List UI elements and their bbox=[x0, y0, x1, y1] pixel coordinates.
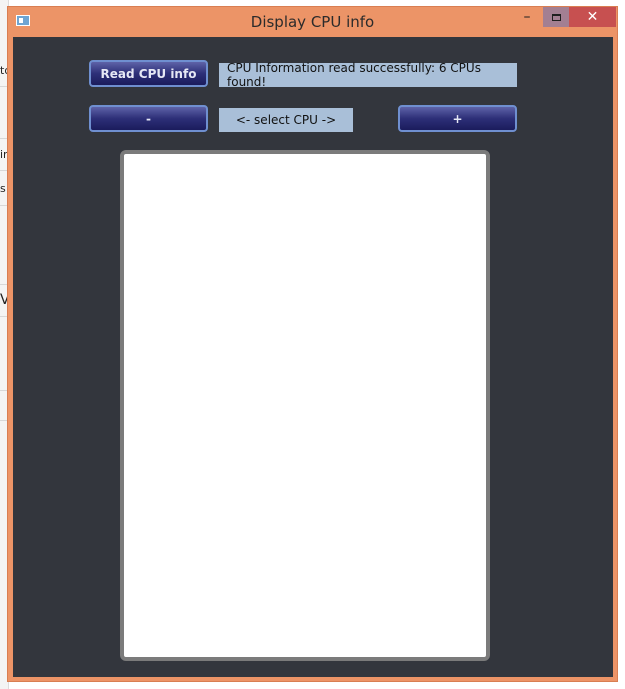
title-bar[interactable]: Display CPU info – ✕ bbox=[8, 7, 617, 37]
close-button[interactable]: ✕ bbox=[569, 7, 616, 27]
next-cpu-button[interactable]: + bbox=[398, 105, 517, 132]
main-window: Display CPU info – ✕ Read CPU info CPU I… bbox=[7, 6, 618, 682]
status-label: CPU Information read successfully: 6 CPU… bbox=[219, 61, 517, 89]
previous-cpu-button[interactable]: - bbox=[89, 105, 208, 132]
read-cpu-info-button[interactable]: Read CPU info bbox=[89, 60, 208, 87]
close-icon: ✕ bbox=[586, 9, 599, 25]
client-area: Read CPU info CPU Information read succe… bbox=[13, 37, 613, 677]
minimize-icon: – bbox=[523, 9, 531, 25]
cpu-info-text-area[interactable] bbox=[120, 150, 490, 661]
select-cpu-label: <- select CPU -> bbox=[219, 108, 353, 132]
maximize-button[interactable] bbox=[543, 7, 569, 27]
minimize-button[interactable]: – bbox=[513, 7, 541, 27]
maximize-icon bbox=[551, 13, 561, 21]
